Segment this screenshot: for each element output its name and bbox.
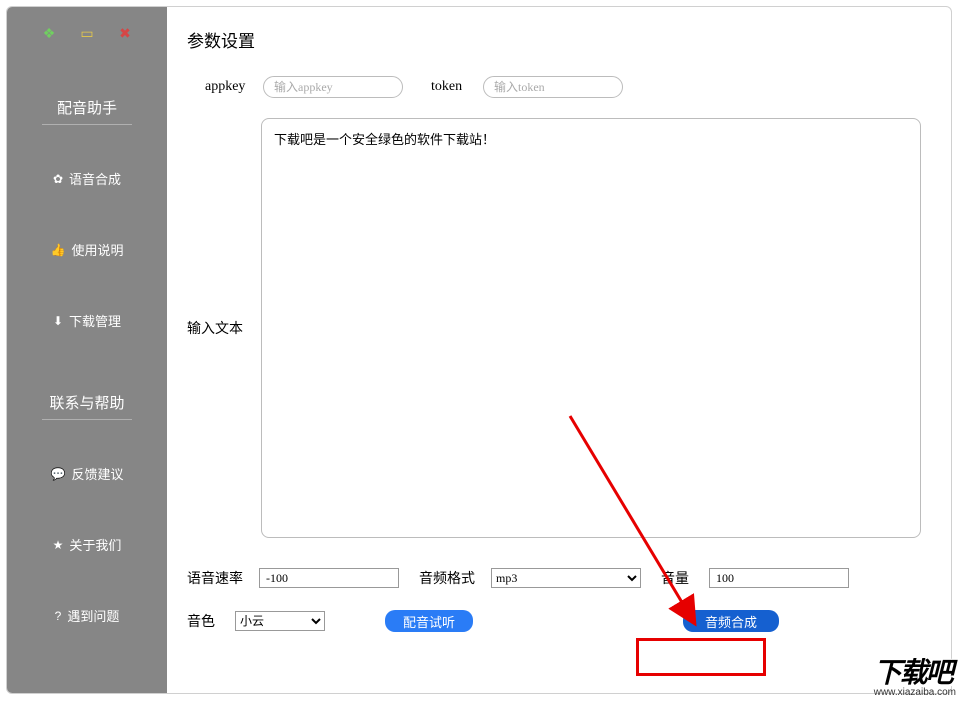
question-icon: ? bbox=[55, 609, 62, 623]
chat-icon: 💬 bbox=[51, 467, 66, 481]
sidebar-item-voice-synth[interactable]: ✿ 语音合成 bbox=[7, 159, 167, 198]
main-panel: 参数设置 appkey token 输入文本 语音速率 音频格式 bbox=[167, 7, 951, 693]
speed-input[interactable] bbox=[259, 568, 399, 588]
input-text-label: 输入文本 bbox=[187, 318, 251, 338]
volume-input[interactable] bbox=[709, 568, 849, 588]
preview-button[interactable]: 配音试听 bbox=[385, 610, 473, 632]
input-textarea[interactable] bbox=[261, 118, 921, 538]
watermark-url: www.xiazaiba.com bbox=[874, 687, 956, 698]
thumbs-up-icon: 👍 bbox=[51, 243, 66, 257]
app-frame: ❖ ▭ ✖ 配音助手 ✿ 语音合成 👍 使用说明 ⬇ 下载管理 联系与帮助 💬 … bbox=[6, 6, 952, 694]
appkey-input[interactable] bbox=[263, 76, 403, 98]
token-input[interactable] bbox=[483, 76, 623, 98]
format-label: 音频格式 bbox=[419, 568, 483, 588]
sidebar-item-help[interactable]: ? 遇到问题 bbox=[7, 596, 167, 635]
close-icon[interactable]: ✖ bbox=[117, 25, 133, 41]
sidebar-item-instructions[interactable]: 👍 使用说明 bbox=[7, 230, 167, 269]
watermark-text: 下载吧 bbox=[874, 651, 956, 691]
volume-label: 音量 bbox=[661, 568, 701, 588]
sidebar-item-label: 下载管理 bbox=[69, 311, 121, 330]
star-icon: ★ bbox=[53, 538, 64, 552]
maximize-icon[interactable]: ▭ bbox=[79, 25, 95, 41]
gear-icon: ✿ bbox=[53, 172, 63, 186]
sidebar-item-label: 关于我们 bbox=[69, 535, 121, 554]
sidebar-section-title-2: 联系与帮助 bbox=[42, 386, 132, 420]
sidebar-item-label: 反馈建议 bbox=[71, 464, 123, 483]
sidebar-item-label: 使用说明 bbox=[71, 240, 123, 259]
sidebar-item-download-mgr[interactable]: ⬇ 下载管理 bbox=[7, 301, 167, 340]
sidebar: ❖ ▭ ✖ 配音助手 ✿ 语音合成 👍 使用说明 ⬇ 下载管理 联系与帮助 💬 … bbox=[7, 7, 167, 693]
watermark: 下载吧 www.xiazaiba.com bbox=[874, 651, 956, 698]
sidebar-item-label: 语音合成 bbox=[69, 169, 121, 188]
synth-button[interactable]: 音频合成 bbox=[683, 610, 779, 632]
appkey-label: appkey bbox=[205, 79, 255, 95]
minimize-icon[interactable]: ❖ bbox=[41, 25, 57, 41]
download-icon: ⬇ bbox=[53, 314, 63, 328]
sidebar-item-about[interactable]: ★ 关于我们 bbox=[7, 525, 167, 564]
sidebar-item-label: 遇到问题 bbox=[67, 606, 119, 625]
format-select[interactable]: mp3 bbox=[491, 568, 641, 588]
speed-label: 语音速率 bbox=[187, 568, 251, 588]
page-title: 参数设置 bbox=[187, 27, 923, 52]
sidebar-section-title-1: 配音助手 bbox=[42, 91, 132, 125]
voice-label: 音色 bbox=[187, 611, 227, 631]
window-controls: ❖ ▭ ✖ bbox=[41, 25, 133, 41]
token-label: token bbox=[431, 79, 475, 95]
voice-select[interactable]: 小云 bbox=[235, 611, 325, 631]
sidebar-item-feedback[interactable]: 💬 反馈建议 bbox=[7, 454, 167, 493]
